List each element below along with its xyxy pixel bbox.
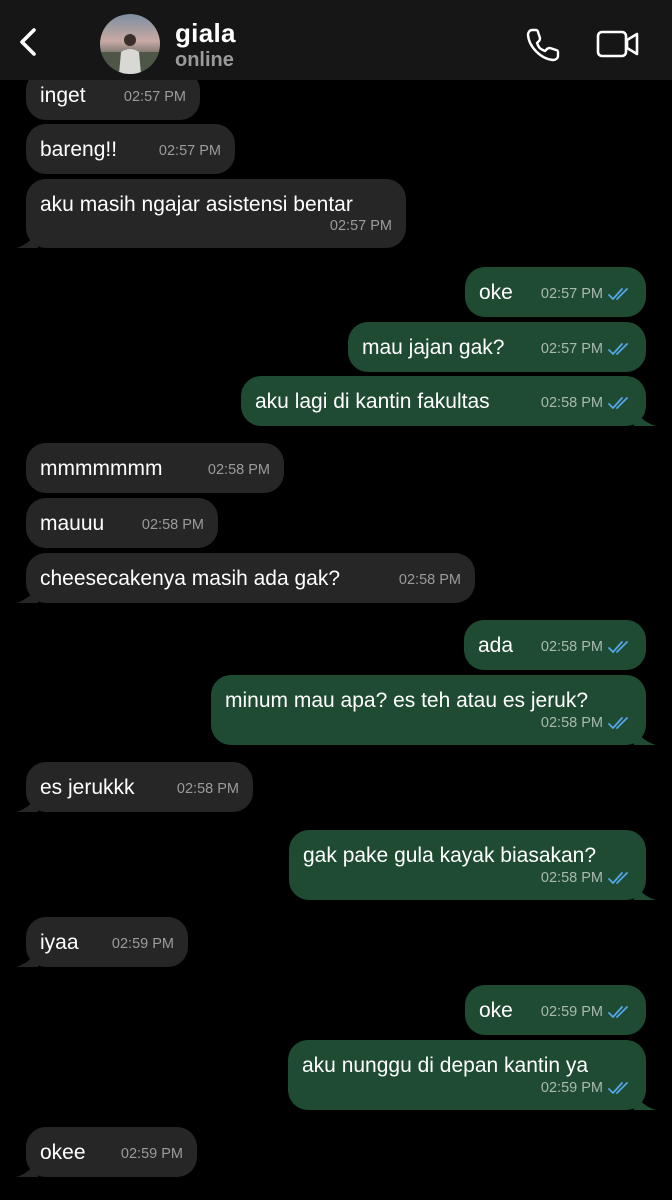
message-bubble-outgoing[interactable]: mau jajan gak? 02:57 PM bbox=[348, 322, 646, 372]
read-receipt-icon bbox=[608, 1081, 628, 1094]
message-text: bareng!! bbox=[40, 138, 118, 161]
read-receipt-icon bbox=[608, 342, 628, 355]
back-button[interactable] bbox=[8, 18, 48, 66]
message-time: 02:59 PM bbox=[111, 936, 174, 952]
message-time: 02:59 PM bbox=[540, 1080, 603, 1096]
video-call-button[interactable] bbox=[596, 26, 640, 62]
message-bubble-outgoing[interactable]: minum mau apa? es teh atau es jeruk? 02:… bbox=[211, 675, 656, 745]
message-text: mauuu bbox=[40, 512, 105, 535]
read-receipt-icon bbox=[608, 1005, 628, 1018]
message-bubble-outgoing[interactable]: aku nunggu di depan kantin ya 02:59 PM bbox=[288, 1040, 656, 1110]
contact-status: online bbox=[175, 49, 234, 71]
video-camera-icon bbox=[596, 30, 639, 58]
message-time: 02:58 PM bbox=[540, 639, 603, 655]
message-meta: 02:58 PM bbox=[177, 776, 239, 802]
message-bubble-incoming[interactable]: aku masih ngajar asistensi bentar 02:57 … bbox=[16, 179, 406, 248]
message-bubble-incoming[interactable]: mauuu 02:58 PM bbox=[26, 498, 218, 548]
message-text: iyaa bbox=[40, 931, 79, 954]
phone-icon bbox=[526, 28, 560, 62]
message-meta: 02:58 PM bbox=[541, 865, 632, 891]
bubble-tail bbox=[16, 587, 38, 603]
message-meta: 02:57 PM bbox=[541, 336, 632, 362]
avatar-photo bbox=[100, 34, 160, 74]
message-text: aku lagi di kantin fakultas bbox=[255, 390, 490, 413]
chat-header: giala online bbox=[0, 0, 672, 80]
message-text: oke bbox=[479, 281, 513, 304]
message-bubble-incoming[interactable]: bareng!! 02:57 PM bbox=[26, 124, 235, 174]
message-meta: 02:59 PM bbox=[541, 999, 632, 1025]
message-text: es jerukkk bbox=[40, 776, 135, 799]
message-bubble-incoming[interactable]: es jerukkk 02:58 PM bbox=[16, 762, 253, 812]
contact-name[interactable]: giala bbox=[175, 18, 236, 49]
bubble-tail bbox=[634, 884, 656, 900]
message-time: 02:58 PM bbox=[540, 715, 603, 731]
read-receipt-icon bbox=[608, 396, 628, 409]
message-bubble-outgoing[interactable]: ada 02:58 PM bbox=[464, 620, 646, 670]
message-text: mau jajan gak? bbox=[362, 336, 505, 359]
message-meta: 02:58 PM bbox=[399, 567, 461, 593]
message-meta: 02:59 PM bbox=[121, 1141, 183, 1167]
voice-call-button[interactable] bbox=[524, 24, 564, 64]
message-bubble-incoming[interactable]: cheesecakenya masih ada gak? 02:58 PM bbox=[16, 553, 475, 603]
message-bubble-outgoing[interactable]: aku lagi di kantin fakultas 02:58 PM bbox=[241, 376, 656, 426]
message-time: 02:58 PM bbox=[176, 781, 239, 797]
message-bubble-incoming[interactable]: okee 02:59 PM bbox=[16, 1127, 197, 1177]
message-bubble-incoming[interactable]: iyaa 02:59 PM bbox=[16, 917, 188, 967]
message-meta: 02:59 PM bbox=[112, 931, 174, 957]
bubble-tail bbox=[16, 232, 38, 248]
message-time: 02:57 PM bbox=[540, 286, 603, 302]
message-text: mmmmmmm bbox=[40, 457, 163, 480]
message-time: 02:59 PM bbox=[540, 1004, 603, 1020]
message-time: 02:57 PM bbox=[158, 143, 221, 159]
message-time: 02:59 PM bbox=[120, 1146, 183, 1162]
message-time: 02:57 PM bbox=[329, 218, 392, 234]
message-time: 02:57 PM bbox=[123, 89, 186, 105]
message-time: 02:58 PM bbox=[141, 517, 204, 533]
message-meta: 02:58 PM bbox=[541, 710, 632, 736]
read-receipt-icon bbox=[608, 640, 628, 653]
avatar[interactable] bbox=[100, 14, 160, 74]
message-time: 02:58 PM bbox=[207, 462, 270, 478]
message-meta: 02:58 PM bbox=[142, 512, 204, 538]
message-bubble-outgoing[interactable]: gak pake gula kayak biasakan? 02:58 PM bbox=[289, 830, 656, 900]
message-meta: 02:58 PM bbox=[208, 457, 270, 483]
message-text: gak pake gula kayak biasakan? bbox=[303, 844, 597, 867]
bubble-tail bbox=[16, 951, 38, 967]
message-meta: 02:57 PM bbox=[124, 84, 186, 110]
message-meta: 02:57 PM bbox=[330, 213, 392, 239]
message-text: aku nunggu di depan kantin ya bbox=[302, 1054, 589, 1077]
message-text: minum mau apa? es teh atau es jeruk? bbox=[225, 689, 589, 712]
message-time: 02:58 PM bbox=[398, 572, 461, 588]
message-text: okee bbox=[40, 1141, 86, 1164]
message-text: ada bbox=[478, 634, 514, 657]
chevron-left-icon bbox=[20, 28, 36, 56]
message-time: 02:58 PM bbox=[540, 395, 603, 411]
read-receipt-icon bbox=[608, 716, 628, 729]
message-bubble-outgoing[interactable]: oke 02:57 PM bbox=[465, 267, 646, 317]
message-meta: 02:58 PM bbox=[541, 390, 632, 416]
message-text: aku masih ngajar asistensi bentar bbox=[40, 193, 353, 216]
bubble-tail bbox=[634, 410, 656, 426]
read-receipt-icon bbox=[608, 871, 628, 884]
chat-screen: inget 02:57 PM bareng!! 02:57 PM aku mas… bbox=[0, 0, 672, 1200]
message-meta: 02:57 PM bbox=[159, 138, 221, 164]
bubble-tail bbox=[16, 1161, 38, 1177]
message-time: 02:58 PM bbox=[540, 870, 603, 886]
message-text: cheesecakenya masih ada gak? bbox=[40, 567, 341, 590]
message-bubble-incoming[interactable]: mmmmmmm 02:58 PM bbox=[26, 443, 284, 493]
message-text: inget bbox=[40, 84, 86, 107]
bubble-tail bbox=[634, 1094, 656, 1110]
bubble-tail bbox=[634, 729, 656, 745]
message-meta: 02:58 PM bbox=[541, 634, 632, 660]
message-bubble-outgoing[interactable]: oke 02:59 PM bbox=[465, 985, 646, 1035]
message-time: 02:57 PM bbox=[540, 341, 603, 357]
message-text: oke bbox=[479, 999, 513, 1022]
message-meta: 02:57 PM bbox=[541, 281, 632, 307]
read-receipt-icon bbox=[608, 287, 628, 300]
bubble-tail bbox=[16, 796, 38, 812]
message-meta: 02:59 PM bbox=[541, 1075, 632, 1101]
